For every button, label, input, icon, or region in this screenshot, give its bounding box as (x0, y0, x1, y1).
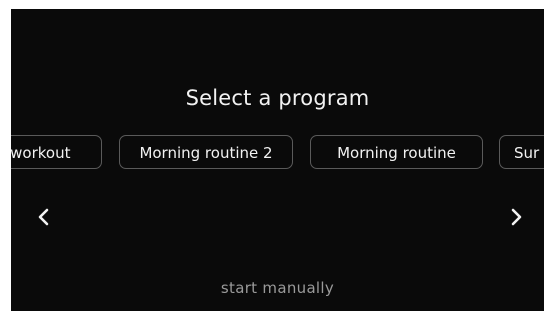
program-chip-label: Sur (514, 144, 540, 162)
start-manually-link[interactable]: start manually (11, 279, 544, 297)
program-chip[interactable]: Sur (499, 135, 544, 169)
program-chip-label: er workout (11, 144, 71, 162)
program-chip[interactable]: er workout (11, 135, 102, 169)
chevron-right-icon (511, 208, 522, 226)
chevron-left-icon (38, 208, 49, 226)
program-carousel: er workout Morning routine 2 Morning rou… (11, 135, 544, 171)
program-chip-label: Morning routine 2 (139, 144, 273, 162)
program-chip[interactable]: Morning routine 2 (119, 135, 293, 169)
program-chip-label: Morning routine (337, 144, 456, 162)
next-program-button[interactable] (506, 205, 526, 229)
page-title: Select a program (185, 86, 370, 110)
previous-program-button[interactable] (34, 205, 54, 229)
program-select-screen: Select a program er workout Morning rout… (11, 9, 544, 311)
program-chip[interactable]: Morning routine (310, 135, 483, 169)
